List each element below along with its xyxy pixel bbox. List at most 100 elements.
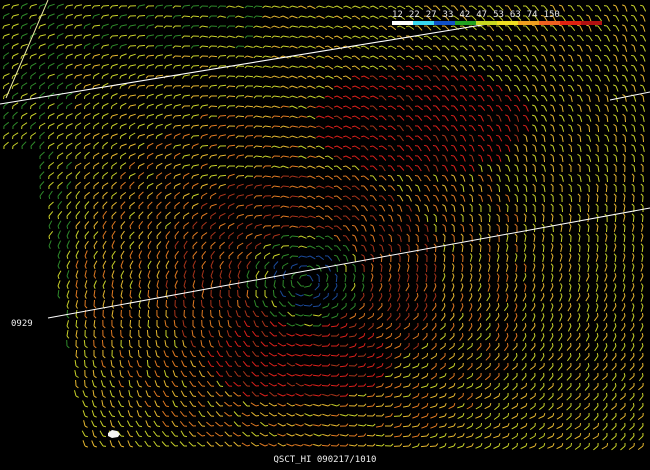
wind-barb bbox=[633, 155, 635, 163]
wind-barb bbox=[128, 339, 131, 347]
wind-barb-flag bbox=[324, 235, 329, 238]
wind-barb-flag bbox=[558, 74, 563, 77]
wind-barb-flag bbox=[623, 342, 626, 347]
wind-barb-flag bbox=[426, 342, 429, 347]
wind-barb-flag bbox=[147, 235, 149, 239]
wind-barb-flag bbox=[414, 45, 419, 48]
wind-barb-flag bbox=[192, 355, 197, 358]
wind-barb bbox=[330, 354, 338, 357]
wind-barb-flag bbox=[513, 44, 518, 47]
scatterometer-wind-map: 12 22 27 33 42 47 53 63 74 150 0929 QSCT_HI 09021… bbox=[0, 0, 650, 470]
wind-barb-flag bbox=[363, 332, 366, 337]
wind-barb-flag bbox=[120, 235, 123, 240]
wind-barb-flag bbox=[138, 245, 140, 250]
wind-barb-flag bbox=[506, 342, 509, 347]
wind-barb-flag bbox=[603, 54, 608, 57]
wind-barb-flag bbox=[57, 155, 59, 160]
wind-barb bbox=[101, 339, 104, 347]
wind-barb-flag bbox=[333, 205, 338, 208]
wind-barb bbox=[228, 95, 236, 97]
wind-barb-flag bbox=[315, 205, 320, 208]
wind-barb-flag bbox=[540, 94, 545, 97]
wind-barb-flag bbox=[75, 205, 77, 210]
wind-barb bbox=[606, 165, 609, 173]
wind-barb-flag bbox=[92, 75, 95, 80]
wind-barb-flag bbox=[315, 215, 320, 218]
wind-barb-flag bbox=[587, 322, 590, 327]
wind-barb-flag bbox=[93, 125, 95, 130]
wind-barb bbox=[606, 155, 609, 163]
wind-barb bbox=[570, 195, 573, 203]
wind-barb bbox=[147, 14, 155, 17]
wind-barb-flag bbox=[567, 5, 572, 7]
wind-barb bbox=[632, 175, 635, 183]
wind-barb-flag bbox=[236, 245, 239, 250]
wind-barb-flag bbox=[201, 255, 203, 260]
wind-barb bbox=[614, 195, 617, 203]
wind-barb-flag bbox=[534, 352, 536, 357]
wind-barb-flag bbox=[387, 25, 392, 28]
wind-barb bbox=[219, 309, 221, 317]
wind-barb-flag bbox=[603, 25, 608, 27]
wind-barb-flag bbox=[65, 105, 68, 110]
wind-barb-flag bbox=[524, 302, 527, 307]
wind-barb-flag bbox=[414, 65, 419, 68]
wind-barb bbox=[330, 325, 338, 328]
wind-barb bbox=[75, 349, 78, 357]
wind-barb bbox=[93, 299, 95, 307]
wind-barb bbox=[273, 115, 281, 117]
wind-barb-flag bbox=[486, 104, 491, 107]
wind-barb-flag bbox=[522, 54, 527, 57]
wind-barb-flag bbox=[369, 115, 374, 118]
wind-barb-flag bbox=[57, 205, 59, 210]
wind-barb bbox=[273, 125, 281, 127]
wind-barb bbox=[614, 215, 617, 223]
wind-barb-flag bbox=[333, 115, 338, 118]
wind-barb-flag bbox=[84, 105, 86, 110]
wind-barb-flag bbox=[47, 145, 50, 150]
wind-barb bbox=[264, 184, 272, 187]
wind-barb-flag bbox=[477, 75, 482, 77]
wind-barb bbox=[174, 15, 182, 17]
wind-barb-flag bbox=[450, 114, 455, 117]
wind-barb bbox=[201, 145, 209, 147]
wind-barb-flag bbox=[84, 215, 86, 220]
wind-barb bbox=[237, 124, 245, 127]
wind-barb-flag bbox=[372, 332, 374, 337]
wind-barb-flag bbox=[273, 345, 278, 347]
wind-barb bbox=[587, 195, 590, 203]
wind-barb bbox=[452, 255, 455, 263]
wind-barb bbox=[147, 309, 150, 317]
wind-barb-flag bbox=[461, 332, 464, 337]
wind-barb-flag bbox=[29, 115, 32, 120]
wind-barb-flag bbox=[306, 265, 311, 268]
wind-barb-flag bbox=[65, 135, 68, 140]
wind-barb bbox=[146, 329, 149, 337]
wind-barb-flag bbox=[363, 312, 366, 317]
wind-barb-flag bbox=[315, 245, 320, 248]
wind-barb bbox=[399, 245, 402, 253]
wind-barb-flag bbox=[237, 335, 242, 338]
wind-barb-flag bbox=[390, 332, 393, 337]
wind-barb bbox=[632, 245, 635, 253]
wind-barb-flag bbox=[21, 85, 23, 90]
wind-barb-flag bbox=[596, 342, 599, 347]
wind-barb-flag bbox=[578, 352, 581, 357]
wind-barb-flag bbox=[39, 65, 41, 70]
wind-barb bbox=[156, 299, 159, 307]
wind-barb-flag bbox=[3, 95, 5, 100]
wind-barb-flag bbox=[74, 85, 77, 90]
wind-barb-flag bbox=[567, 74, 572, 77]
wind-barb-flag bbox=[531, 75, 536, 77]
wind-barb bbox=[146, 359, 149, 367]
wind-barb-flag bbox=[183, 215, 185, 220]
wind-barb-flag bbox=[182, 175, 185, 180]
wind-barb bbox=[84, 14, 92, 17]
wind-barb bbox=[255, 5, 263, 8]
wind-barb-flag bbox=[282, 295, 287, 298]
wind-barb-flag bbox=[399, 332, 402, 337]
wind-barb bbox=[102, 5, 110, 7]
wind-barb-flag bbox=[452, 322, 455, 327]
wind-barb-flag bbox=[156, 185, 158, 190]
wind-barb-flag bbox=[324, 155, 329, 158]
